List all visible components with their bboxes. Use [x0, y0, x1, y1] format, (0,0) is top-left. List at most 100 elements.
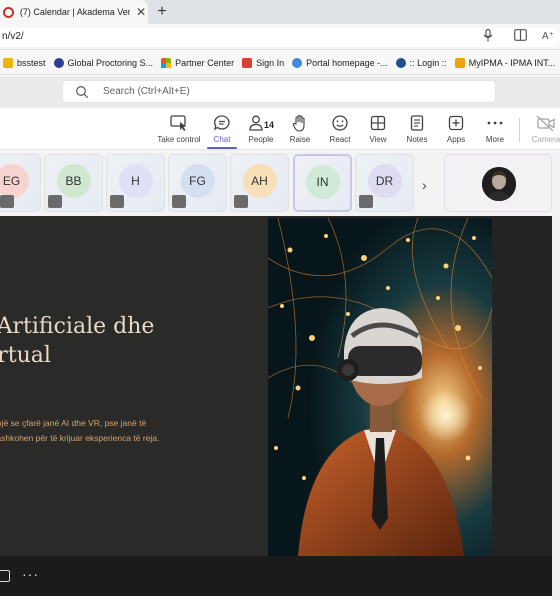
- login-icon: [395, 57, 406, 68]
- bookmark-label: :: Login ::: [409, 57, 447, 68]
- react-emoji-icon: [332, 115, 348, 131]
- more-button[interactable]: More: [482, 114, 508, 144]
- notes-icon: [410, 115, 424, 131]
- react-label: React: [329, 135, 351, 144]
- notes-button[interactable]: Notes: [404, 114, 430, 144]
- slide-right-margin: [492, 216, 552, 556]
- notes-label: Notes: [406, 135, 428, 144]
- stage-control-bar: ···: [0, 556, 552, 596]
- apps-button[interactable]: Apps: [443, 114, 469, 144]
- bookmark-sign-in[interactable]: Sign In: [242, 57, 285, 68]
- bookmark-label: MyIPMA - IPMA INT...: [468, 57, 556, 68]
- bookmark-label: Partner Center: [175, 57, 235, 68]
- more-label: More: [485, 135, 505, 144]
- bookmark-label: bsstest: [17, 57, 46, 68]
- read-aloud-icon[interactable]: A⁺: [540, 29, 556, 45]
- participant-avatar: H: [118, 164, 153, 198]
- shared-screen-stage: ienca Artificiale dhe etit Virtual të ek…: [0, 216, 552, 596]
- teams-favicon-icon: [3, 6, 14, 18]
- participant-tile[interactable]: FG: [168, 154, 227, 212]
- teams-header: Search (Ctrl+Alt+E): [0, 76, 560, 108]
- search-placeholder: Search (Ctrl+Alt+E): [103, 86, 190, 97]
- participant-tile-selected[interactable]: IN: [293, 154, 352, 212]
- more-horizontal-icon: [487, 121, 503, 125]
- view-button[interactable]: View: [365, 114, 391, 144]
- bookmark-portal-homepage[interactable]: Portal homepage -...: [292, 57, 388, 68]
- chat-button[interactable]: Chat: [208, 114, 236, 144]
- bookmark-bsstest[interactable]: bsstest: [3, 57, 46, 68]
- bookmark-label: Sign In: [256, 57, 285, 68]
- tab-close-icon[interactable]: ✕: [134, 5, 148, 19]
- browser-tab-strip: (7) Calendar | Akadema Verc ✕ +: [0, 0, 560, 24]
- participant-tile[interactable]: AH: [230, 154, 289, 212]
- mic-muted-icon: [172, 195, 186, 208]
- take-control-label: Take control: [157, 135, 201, 144]
- proctoring-icon: [53, 57, 64, 68]
- chat-label: Chat: [213, 135, 231, 144]
- camera-label: Camera: [531, 135, 560, 144]
- participant-tile[interactable]: BB: [44, 154, 103, 212]
- folder-icon: [3, 57, 13, 68]
- mic-muted-icon: [48, 195, 62, 208]
- bookmark-login[interactable]: :: Login ::: [395, 57, 447, 68]
- address-bar[interactable]: n/v2/: [0, 28, 560, 47]
- vr-headset-illustration: [268, 218, 492, 556]
- participant-tile[interactable]: H: [106, 154, 165, 212]
- take-control-icon: [170, 115, 186, 131]
- bookmark-global-proctoring[interactable]: Global Proctoring S...: [53, 57, 154, 68]
- chat-active-indicator: [207, 147, 237, 149]
- bookmark-partner-center[interactable]: Partner Center: [161, 57, 235, 68]
- view-grid-icon: [370, 115, 386, 131]
- people-button[interactable]: People 14: [246, 114, 276, 144]
- split-screen-icon[interactable]: [512, 29, 528, 45]
- participant-tile[interactable]: EG: [0, 154, 41, 212]
- slide-text-panel: ienca Artificiale dhe etit Virtual të ek…: [0, 216, 268, 556]
- chat-icon: [213, 115, 230, 131]
- bookmarks-bar: bsstest Global Proctoring S... Partner C…: [0, 51, 560, 75]
- toolbar-divider: [519, 118, 520, 142]
- apps-label: Apps: [446, 135, 466, 144]
- mic-muted-icon: [359, 195, 373, 208]
- screen: (7) Calendar | Akadema Verc ✕ + n/v2/ A⁺…: [0, 0, 560, 600]
- raise-hand-button[interactable]: Raise: [287, 114, 313, 144]
- react-button[interactable]: React: [326, 114, 354, 144]
- raise-hand-icon: [292, 114, 305, 132]
- participant-tile[interactable]: DR: [355, 154, 414, 212]
- presentation-slide: ienca Artificiale dhe etit Virtual të ek…: [0, 216, 552, 556]
- bookmark-label: Portal homepage -...: [306, 57, 388, 68]
- participant-avatar: AH: [242, 164, 277, 198]
- camera-off-icon: [536, 115, 555, 132]
- microphone-icon[interactable]: [480, 28, 496, 45]
- search-input[interactable]: Search (Ctrl+Alt+E): [62, 80, 496, 103]
- window-right-edge: [552, 216, 560, 600]
- browser-tab[interactable]: (7) Calendar | Akadema Verc ✕: [0, 0, 148, 24]
- tab-title: (7) Calendar | Akadema Verc: [19, 7, 131, 17]
- share-window-icon[interactable]: [0, 570, 10, 582]
- address-bar-row: n/v2/ A⁺: [0, 24, 560, 50]
- camera-button[interactable]: Camera: [529, 114, 560, 144]
- people-count-badge: 14: [264, 120, 275, 130]
- slide-title: ienca Artificiale dhe etit Virtual: [0, 314, 155, 368]
- slide-body-text: të eksplorojë se çfarë janë AI dhe VR, p…: [0, 418, 160, 443]
- apps-add-icon: [448, 115, 464, 131]
- address-text: n/v2/: [2, 31, 24, 42]
- mic-muted-icon: [234, 195, 248, 208]
- new-tab-button[interactable]: +: [152, 2, 172, 22]
- bookmark-label: Global Proctoring S...: [67, 57, 154, 68]
- signin-icon: [242, 57, 253, 68]
- portal-icon: [292, 57, 303, 68]
- myipma-icon: [454, 57, 465, 68]
- participant-video-avatar: [482, 167, 516, 201]
- participant-avatar: BB: [56, 164, 91, 198]
- participant-avatar: EG: [0, 164, 29, 198]
- take-control-button[interactable]: Take control: [156, 114, 202, 144]
- participant-avatar: DR: [367, 164, 402, 198]
- windows-logo-icon: [161, 57, 172, 68]
- raise-label: Raise: [289, 135, 311, 144]
- participant-avatar: IN: [305, 165, 340, 199]
- mic-muted-icon: [0, 195, 14, 208]
- participant-video-tile[interactable]: [444, 154, 552, 212]
- strip-next-chevron-icon[interactable]: ›: [422, 177, 427, 193]
- bookmark-myipma[interactable]: MyIPMA - IPMA INT...: [454, 57, 556, 68]
- stage-more-options-icon[interactable]: ···: [22, 566, 39, 582]
